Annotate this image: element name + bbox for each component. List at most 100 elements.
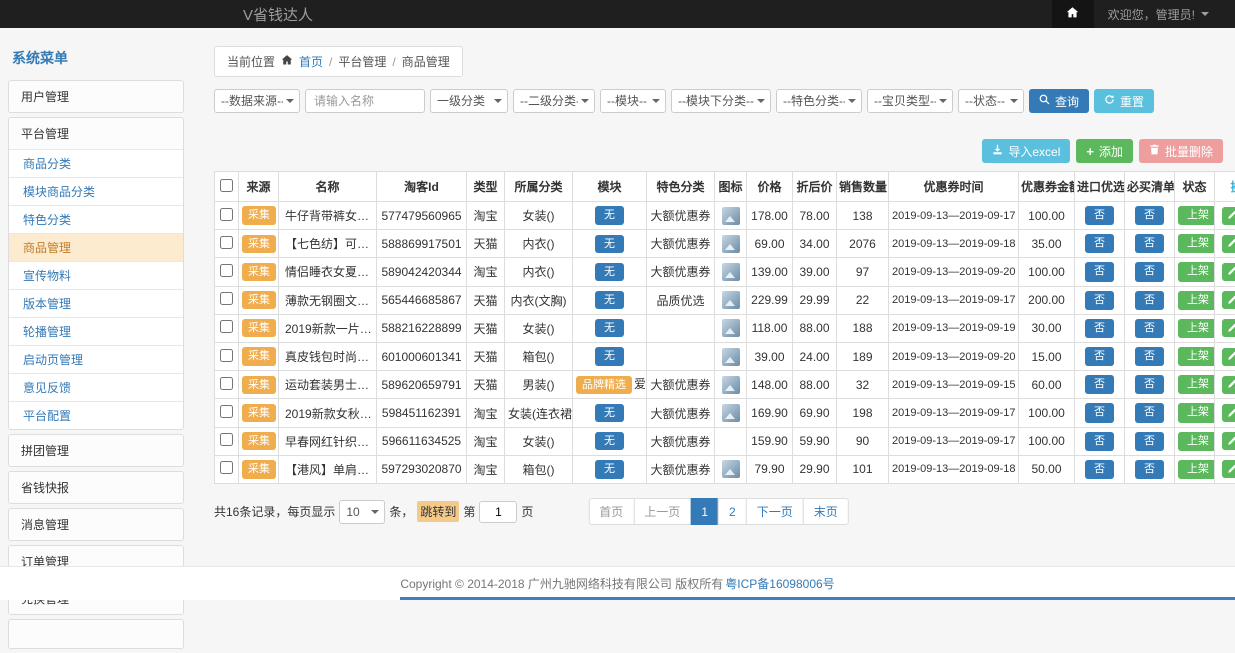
row-checkbox[interactable] (220, 461, 233, 474)
edit-button[interactable] (1222, 460, 1235, 478)
sidebar-subitem[interactable]: 意见反馈 (9, 373, 183, 401)
row-checkbox[interactable] (220, 349, 233, 362)
module-badge[interactable]: 无 (595, 460, 624, 478)
must-buy-toggle[interactable]: 否 (1135, 432, 1164, 451)
module-badge[interactable]: 无 (595, 432, 624, 450)
sidebar-item[interactable] (9, 620, 183, 648)
row-checkbox[interactable] (220, 264, 233, 277)
row-checkbox[interactable] (220, 292, 233, 305)
import-select-toggle[interactable]: 否 (1085, 460, 1114, 479)
sidebar-item[interactable]: 省钱快报 (9, 472, 183, 503)
module-badge[interactable]: 无 (595, 291, 624, 309)
edit-button[interactable] (1222, 263, 1235, 281)
must-buy-toggle[interactable]: 否 (1135, 403, 1164, 422)
import-select-toggle[interactable]: 否 (1085, 347, 1114, 366)
must-buy-toggle[interactable]: 否 (1135, 347, 1164, 366)
status-button[interactable]: 上架 (1178, 347, 1215, 366)
module-badge[interactable]: 无 (595, 319, 624, 337)
edit-button[interactable] (1222, 404, 1235, 422)
filter-select[interactable]: --状态-- (958, 89, 1024, 113)
sidebar-subitem[interactable]: 商品管理 (9, 233, 183, 261)
must-buy-toggle[interactable]: 否 (1135, 291, 1164, 310)
module-badge[interactable]: 无 (595, 235, 624, 253)
import-select-toggle[interactable]: 否 (1085, 375, 1114, 394)
edit-button[interactable] (1222, 235, 1235, 253)
home-button[interactable] (1052, 0, 1094, 28)
filter-select[interactable]: --宝贝类型-- (867, 89, 953, 113)
status-button[interactable]: 上架 (1178, 432, 1215, 451)
status-button[interactable]: 上架 (1178, 262, 1215, 281)
sidebar-item[interactable]: 平台管理 (9, 118, 183, 149)
filter-select[interactable]: --数据来源-- (214, 89, 300, 113)
page-button[interactable]: 末页 (803, 498, 849, 525)
edit-button[interactable] (1222, 376, 1235, 394)
module-badge[interactable]: 无 (595, 206, 624, 224)
status-button[interactable]: 上架 (1178, 319, 1215, 338)
page-button[interactable]: 2 (718, 498, 747, 525)
name-search-input[interactable] (305, 89, 425, 113)
batch-delete-button[interactable]: 批量删除 (1139, 139, 1223, 163)
jump-page-input[interactable] (479, 501, 517, 523)
sidebar-subitem[interactable]: 特色分类 (9, 205, 183, 233)
import-select-toggle[interactable]: 否 (1085, 291, 1114, 310)
filter-select[interactable]: --模块-- (600, 89, 666, 113)
module-badge[interactable]: 无 (595, 263, 624, 281)
filter-select[interactable]: --模块下分类-- (671, 89, 771, 113)
filter-select[interactable]: --特色分类-- (776, 89, 862, 113)
sidebar-subitem[interactable]: 轮播管理 (9, 317, 183, 345)
status-button[interactable]: 上架 (1178, 206, 1215, 225)
row-checkbox[interactable] (220, 208, 233, 221)
jump-button[interactable]: 跳转到 (417, 501, 459, 522)
breadcrumb-home-link[interactable]: 首页 (299, 53, 323, 70)
edit-button[interactable] (1222, 319, 1235, 337)
icp-link[interactable]: 粤ICP备16098006号 (725, 575, 834, 592)
filter-select[interactable]: --二级分类-- (513, 89, 595, 113)
edit-button[interactable] (1222, 207, 1235, 225)
per-page-select[interactable]: 10 (339, 500, 385, 524)
import-select-toggle[interactable]: 否 (1085, 234, 1114, 253)
row-checkbox[interactable] (220, 236, 233, 249)
must-buy-toggle[interactable]: 否 (1135, 262, 1164, 281)
sidebar-subitem[interactable]: 商品分类 (9, 149, 183, 177)
sidebar-item[interactable]: 消息管理 (9, 509, 183, 540)
user-menu[interactable]: 欢迎您，管理员! (1094, 6, 1235, 23)
module-badge[interactable]: 品牌精选 (576, 376, 632, 394)
must-buy-toggle[interactable]: 否 (1135, 234, 1164, 253)
row-checkbox[interactable] (220, 320, 233, 333)
sidebar-subitem[interactable]: 平台配置 (9, 401, 183, 429)
add-button[interactable]: + 添加 (1076, 139, 1133, 163)
edit-button[interactable] (1222, 432, 1235, 450)
sidebar-subitem[interactable]: 启动页管理 (9, 345, 183, 373)
status-button[interactable]: 上架 (1178, 234, 1215, 253)
import-select-toggle[interactable]: 否 (1085, 262, 1114, 281)
select-all-checkbox[interactable] (220, 179, 233, 192)
edit-button[interactable] (1222, 291, 1235, 309)
edit-button[interactable] (1222, 348, 1235, 366)
import-select-toggle[interactable]: 否 (1085, 319, 1114, 338)
row-checkbox[interactable] (220, 377, 233, 390)
page-button[interactable]: 上一页 (633, 498, 691, 525)
sidebar-item[interactable]: 拼团管理 (9, 435, 183, 466)
sidebar-item[interactable]: 用户管理 (9, 81, 183, 112)
must-buy-toggle[interactable]: 否 (1135, 319, 1164, 338)
row-checkbox[interactable] (220, 405, 233, 418)
status-button[interactable]: 上架 (1178, 375, 1215, 394)
module-badge[interactable]: 无 (595, 347, 624, 365)
must-buy-toggle[interactable]: 否 (1135, 206, 1164, 225)
status-button[interactable]: 上架 (1178, 291, 1215, 310)
import-excel-button[interactable]: 导入excel (982, 139, 1070, 163)
status-button[interactable]: 上架 (1178, 460, 1215, 479)
reset-button[interactable]: 重置 (1094, 89, 1154, 113)
import-select-toggle[interactable]: 否 (1085, 432, 1114, 451)
sidebar-subitem[interactable]: 宣传物料 (9, 261, 183, 289)
page-button[interactable]: 首页 (588, 498, 634, 525)
filter-select[interactable]: 一级分类 (430, 89, 508, 113)
module-badge[interactable]: 无 (595, 404, 624, 422)
sidebar-subitem[interactable]: 模块商品分类 (9, 177, 183, 205)
page-button[interactable]: 1 (690, 498, 719, 525)
must-buy-toggle[interactable]: 否 (1135, 460, 1164, 479)
import-select-toggle[interactable]: 否 (1085, 403, 1114, 422)
search-button[interactable]: 查询 (1029, 89, 1089, 113)
status-button[interactable]: 上架 (1178, 403, 1215, 422)
import-select-toggle[interactable]: 否 (1085, 206, 1114, 225)
